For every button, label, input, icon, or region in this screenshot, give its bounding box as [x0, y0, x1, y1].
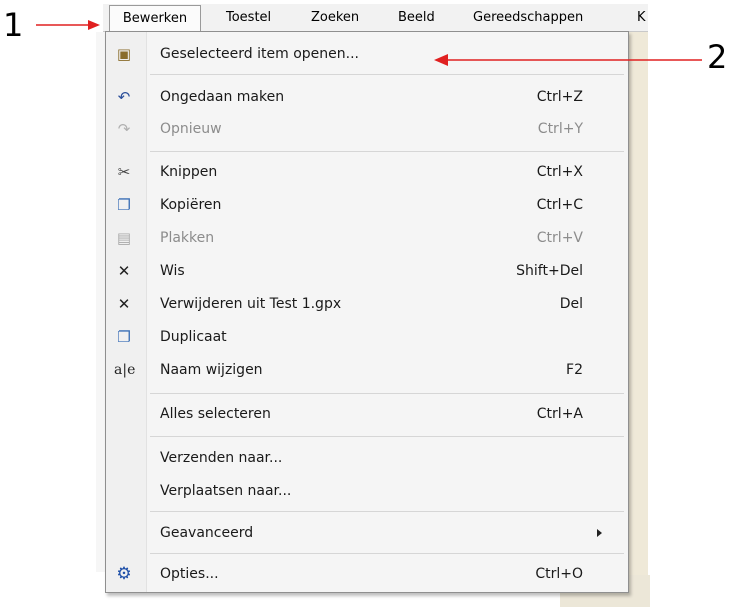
callout-arrows — [36, 20, 702, 66]
callout-arrow-1 — [36, 20, 100, 30]
callout-arrow-2 — [434, 54, 702, 66]
